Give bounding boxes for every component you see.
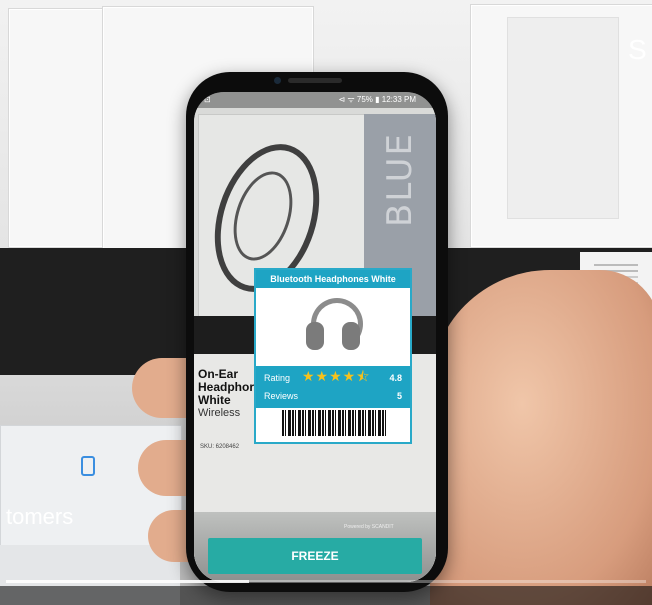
product-label-line3: White <box>198 393 231 407</box>
product-box-left <box>8 8 110 248</box>
phone-screen: BLUE On-Ear Headphor White Wireless SKU:… <box>194 92 436 582</box>
ar-card-stats: Rating ★★★★⯪ 4.8 Reviews 5 <box>256 366 410 408</box>
video-caption: tomers <box>6 504 74 529</box>
smartphone: BLUE On-Ear Headphor White Wireless SKU:… <box>186 72 448 592</box>
rating-row: Rating ★★★★⯪ 4.8 <box>264 368 402 386</box>
hand <box>430 270 652 605</box>
box-side-text: BLUE <box>380 132 420 227</box>
product-label: On-Ear Headphor White Wireless <box>198 368 254 420</box>
video-progress-fill <box>6 580 250 583</box>
barcode <box>282 410 386 436</box>
product-image <box>256 288 410 364</box>
brand-letters: SC <box>628 34 652 65</box>
rating-stars-icon: ★★★★⯪ <box>302 368 371 384</box>
ar-product-card[interactable]: Bluetooth Headphones White Rating ★★★★⯪ … <box>254 268 412 444</box>
earpiece-speaker <box>288 78 342 83</box>
video-frame: SC BLUE On-Ear Headphor White Wireless S… <box>0 0 652 605</box>
rating-value: 4.8 <box>389 373 402 383</box>
reviews-row: Reviews 5 <box>264 388 402 404</box>
video-progress-bar[interactable] <box>6 580 646 583</box>
product-box-right <box>470 4 652 248</box>
reviews-value: 5 <box>396 391 402 401</box>
powered-by-label: Powered by SCANDIT <box>344 524 394 530</box>
reviews-label: Reviews <box>264 391 299 401</box>
status-indicators: ⊲ ᯤ 75% ▮ 12:33 PM <box>338 95 416 104</box>
product-label-line4: Wireless <box>198 407 241 419</box>
ar-card-title: Bluetooth Headphones White <box>256 270 410 288</box>
front-camera-icon <box>274 77 281 84</box>
bluetooth-icon <box>81 456 95 476</box>
notification-icon: ⊡ <box>204 95 211 104</box>
rating-label: Rating <box>264 373 291 383</box>
status-bar: ⊡ ⊲ ᯤ 75% ▮ 12:33 PM <box>194 92 436 108</box>
sku-label: SKU: 6208462 <box>200 444 240 450</box>
video-controls-bar <box>0 586 652 605</box>
freeze-button[interactable]: FREEZE <box>208 538 422 574</box>
